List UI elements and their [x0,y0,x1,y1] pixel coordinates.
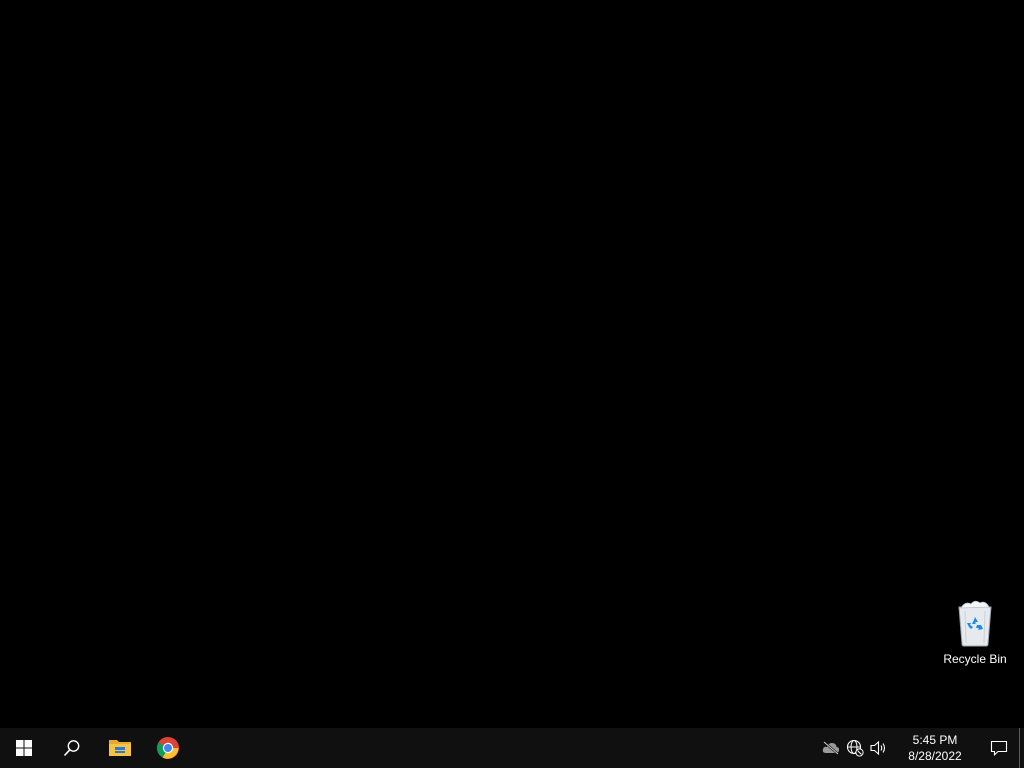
clock[interactable]: 5:45 PM 8/28/2022 [895,728,975,768]
network-button[interactable] [843,728,867,768]
windows-logo-icon [16,740,32,756]
network-globe-icon [846,739,864,757]
clock-date: 8/28/2022 [908,749,962,763]
action-center-button[interactable] [979,728,1019,768]
show-desktop-button[interactable] [1019,728,1024,768]
cloud-offline-icon [822,741,840,755]
system-tray: 5:45 PM 8/28/2022 [819,728,1024,768]
taskbar: 5:45 PM 8/28/2022 [0,728,1024,768]
chrome-icon [157,737,179,759]
clock-time: 5:45 PM [912,733,958,747]
search-icon [63,740,80,757]
file-explorer-button[interactable] [96,728,144,768]
volume-button[interactable] [867,728,891,768]
chrome-button[interactable] [144,728,192,768]
start-button[interactable] [0,728,48,768]
desktop[interactable]: Recycle Bin [0,0,1024,728]
recycle-bin-icon [951,598,999,648]
folder-icon [109,740,131,756]
cloud-offline-button[interactable] [819,728,843,768]
volume-icon [870,740,886,756]
notification-icon [990,740,1008,756]
recycle-bin-shortcut[interactable]: Recycle Bin [940,598,1010,674]
recycle-bin-label: Recycle Bin [943,652,1007,666]
search-button[interactable] [48,728,96,768]
